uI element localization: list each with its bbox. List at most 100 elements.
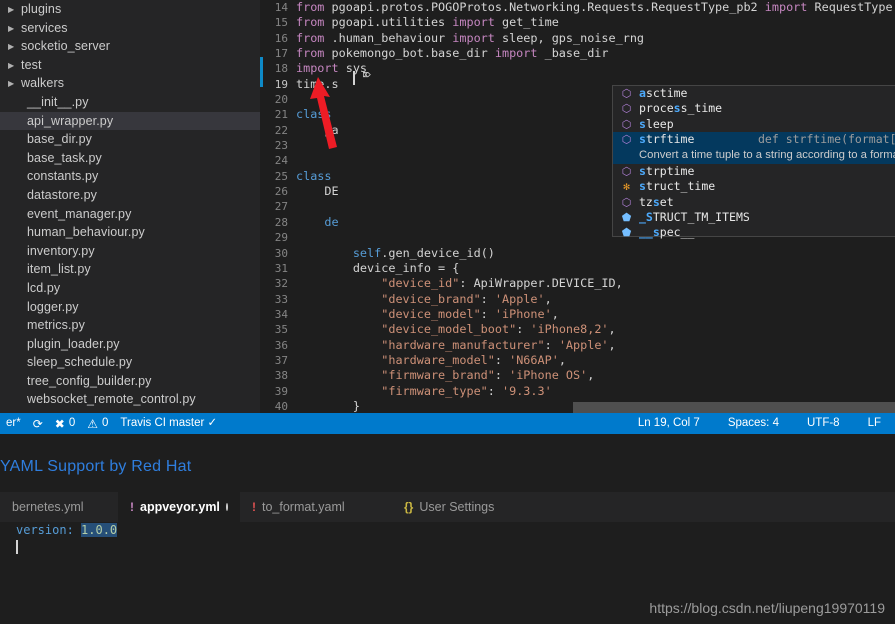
branch-label[interactable]: er*: [0, 413, 27, 434]
code-line[interactable]: "firmware_type": '9.3.3': [296, 384, 895, 399]
tab-to-format-yaml[interactable]: ! to_format.yaml: [240, 492, 392, 522]
sync-icon[interactable]: ⟳: [27, 413, 49, 434]
line-number: 30: [274, 246, 288, 260]
code-token: from: [296, 30, 332, 45]
sidebar-item-plugins[interactable]: ▶ plugins: [0, 0, 260, 19]
code-line[interactable]: "device_brand": 'Apple',: [296, 292, 895, 307]
tab-appveyor-yml[interactable]: ! appveyor.yml: [118, 492, 240, 522]
sidebar-item-event-manager-py[interactable]: event_manager.py: [0, 205, 260, 224]
sidebar-item--init-py[interactable]: __init__.py: [0, 93, 260, 112]
sidebar-item-item-list-py[interactable]: item_list.py: [0, 260, 260, 279]
code-token: import: [764, 0, 815, 14]
autocomplete-item-label: strptime: [639, 164, 694, 178]
code-line[interactable]: "device_model": 'iPhone',: [296, 307, 895, 322]
sidebar-item-plugin-loader-py[interactable]: plugin_loader.py: [0, 335, 260, 354]
autocomplete-item[interactable]: ⬡ strftime def strftime(format[, tuple]) -…: [613, 131, 895, 148]
encoding[interactable]: UTF-8: [801, 413, 846, 434]
indentation[interactable]: Spaces: 4: [722, 413, 785, 434]
eol[interactable]: LF: [862, 413, 887, 434]
sidebar-item-sleep-schedule-py[interactable]: sleep_schedule.py: [0, 353, 260, 372]
code-token: :: [480, 291, 495, 306]
line-number: 23: [274, 139, 288, 153]
sidebar-item-label: inventory.py: [27, 243, 95, 258]
sidebar-item-test[interactable]: ▶ test: [0, 56, 260, 75]
code-line[interactable]: device_info = {: [296, 261, 895, 276]
sidebar-item-label: socketio_server: [21, 39, 111, 54]
autocomplete-item[interactable]: ⬡ process_time: [613, 101, 895, 116]
chevron-right-icon: ▶: [8, 23, 15, 33]
tab-bernetes-yml[interactable]: bernetes.yml: [0, 492, 118, 522]
autocomplete-item[interactable]: ✻ struct_time: [613, 179, 895, 194]
code-line[interactable]: "hardware_model": 'N66AP',: [296, 353, 895, 368]
autocomplete-item[interactable]: ⬟ __spec__: [613, 225, 895, 240]
autocomplete-popup[interactable]: ⬡ asctime ⬡ process_time ⬡ sleep ⬡ strftime def …: [612, 85, 895, 240]
sidebar-item-logger-py[interactable]: logger.py: [0, 298, 260, 317]
autocomplete-item[interactable]: ⬡ strptime: [613, 164, 895, 179]
code-token: pgoapi.utilities: [331, 15, 453, 30]
autocomplete-match: s: [639, 164, 646, 179]
code-token: import: [452, 15, 502, 30]
code-line[interactable]: from pgoapi.protos.POGOProtos.Networking…: [296, 0, 895, 15]
sidebar-item-label: api_wrapper.py: [27, 113, 114, 128]
sidebar-item-constants-py[interactable]: constants.py: [0, 167, 260, 186]
autocomplete-item-label: _STRUCT_TM_ITEMS: [639, 210, 750, 224]
tab-user-settings[interactable]: {} User Settings: [392, 492, 540, 522]
travis-ci[interactable]: Travis CI master ✓: [114, 413, 223, 434]
unsaved-changes-dot-icon[interactable]: [225, 503, 228, 511]
autocomplete-item[interactable]: ⬡ asctime: [613, 86, 895, 101]
sidebar-item-tree-config-builder-py[interactable]: tree_config_builder.py: [0, 372, 260, 391]
code-line[interactable]: from .human_behaviour import sleep, gps_…: [296, 31, 895, 46]
code-line[interactable]: "hardware_manufacturer": 'Apple',: [296, 338, 895, 353]
code-line[interactable]: self.gen_device_id(): [296, 246, 895, 261]
sidebar-item-label: websocket_remote_control.py: [27, 392, 196, 407]
sidebar-item-services[interactable]: ▶ services: [0, 19, 260, 38]
code-token: _base_dir: [544, 46, 609, 61]
autocomplete-item-label: strftime: [639, 132, 694, 146]
line-number: 38: [274, 369, 288, 383]
sidebar-item-human-behaviour-py[interactable]: human_behaviour.py: [0, 223, 260, 242]
sidebar-item-datastore-py[interactable]: datastore.py: [0, 186, 260, 205]
tab-label: bernetes.yml: [12, 500, 84, 514]
autocomplete-item[interactable]: ⬡ sleep: [613, 117, 895, 132]
autocomplete-match: s: [639, 179, 646, 194]
sidebar-item-socketio-server[interactable]: ▶ socketio_server: [0, 37, 260, 56]
sidebar-item-metrics-py[interactable]: metrics.py: [0, 316, 260, 335]
sidebar-item-lcd-py[interactable]: lcd.py: [0, 279, 260, 298]
errors[interactable]: ✖ 0: [49, 413, 81, 434]
warnings-icon: ⚠: [87, 416, 98, 431]
sidebar-item-api-wrapper-py[interactable]: api_wrapper.py: [0, 111, 260, 131]
code-token: gen_device_id(): [388, 245, 495, 260]
autocomplete-item[interactable]: ⬡ tzset: [613, 195, 895, 210]
autocomplete-text: trftime: [645, 131, 695, 146]
code-line[interactable]: "device_id": ApiWrapper.DEVICE_ID,: [296, 276, 895, 291]
method-icon: ⬡: [621, 195, 632, 209]
editor-tab-bar[interactable]: bernetes.yml ! appveyor.yml! to_format.yaml…: [0, 492, 895, 522]
code-line[interactable]: from pokemongo_bot.base_dir import _base…: [296, 46, 895, 61]
code-token: ,: [608, 337, 616, 352]
sidebar-item-label: logger.py: [27, 299, 79, 314]
code-line[interactable]: import sys: [296, 61, 895, 76]
code-token: :: [494, 368, 510, 383]
file-explorer-sidebar[interactable]: ▶ plugins ▶ services ▶ socketio_server ▶ test ▶ w…: [0, 0, 260, 415]
code-token: "hardware_model": [381, 352, 495, 367]
code-editor[interactable]: 14 15 16 17 18 19 20 21 22 23 24 25 26 27 28 29 30 31 32 33…: [260, 0, 895, 415]
autocomplete-item[interactable]: ⬟ _STRUCT_TM_ITEMS: [613, 210, 895, 225]
warnings[interactable]: ⚠ 0: [81, 413, 114, 434]
sidebar-item-base-task-py[interactable]: base_task.py: [0, 149, 260, 168]
line-number: 18: [274, 62, 288, 76]
cursor-position[interactable]: Ln 19, Col 7: [632, 413, 706, 434]
sidebar-item-websocket-remote-control-py[interactable]: websocket_remote_control.py: [0, 390, 260, 409]
code-line[interactable]: from pgoapi.utilities import get_time: [296, 15, 895, 30]
file-type-icon: {}: [404, 500, 414, 514]
sidebar-item-base-dir-py[interactable]: base_dir.py: [0, 130, 260, 149]
sidebar-item-inventory-py[interactable]: inventory.py: [0, 242, 260, 261]
code-line[interactable]: "device_model_boot": 'iPhone8,2',: [296, 322, 895, 337]
sidebar-item-walkers[interactable]: ▶ walkers: [0, 74, 260, 93]
code-line[interactable]: "firmware_brand": 'iPhone OS',: [296, 368, 895, 383]
branch-label-label: er*: [6, 417, 21, 429]
line-change-marker: [260, 57, 263, 72]
editor-horizontal-scrollbar[interactable]: [573, 402, 895, 413]
status-bar[interactable]: er* ⟳ ✖ 0 ⚠ 0 Travis CI master ✓ Ln 19, Col 7 S…: [0, 413, 895, 434]
line-number: 26: [274, 185, 288, 199]
